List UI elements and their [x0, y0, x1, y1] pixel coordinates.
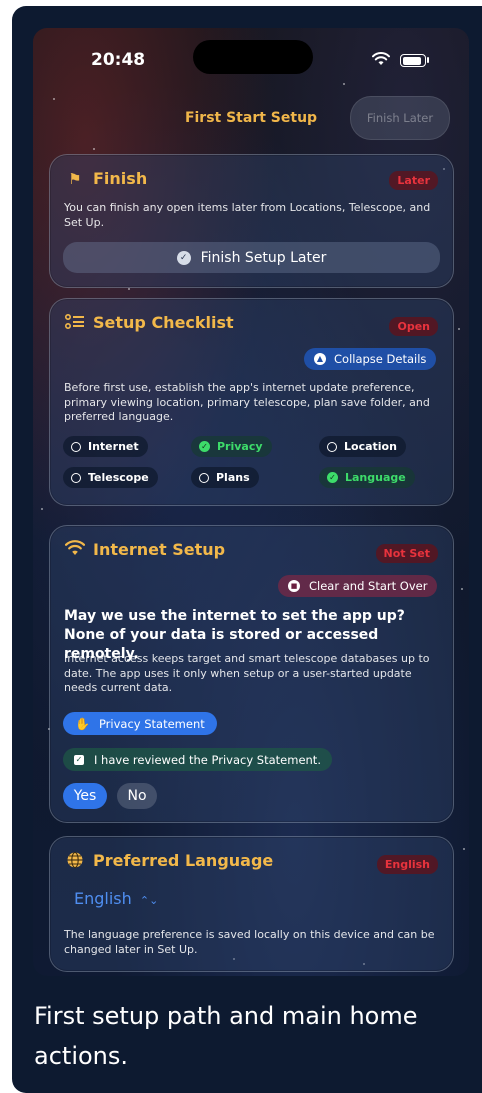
privacy-statement-label: Privacy Statement	[98, 716, 205, 731]
language-description: The language preference is saved locally…	[64, 928, 435, 956]
clear-and-start-over-button[interactable]: ■ Clear and Start Over	[278, 575, 438, 597]
checklist-item-language[interactable]: ✓ Language	[319, 467, 415, 488]
finish-later-button[interactable]: Finish Later	[350, 96, 450, 140]
internet-status-badge: Not Set	[375, 544, 438, 563]
privacy-reviewed-label: I have reviewed the Privacy Statement.	[94, 752, 321, 767]
checklist-item-label: Language	[345, 471, 406, 484]
chevron-up-down-icon: ⌃⌄	[139, 894, 159, 907]
preferred-language-card: Preferred Language English English ⌃⌄ Th…	[49, 836, 454, 972]
privacy-reviewed-checkbox[interactable]: ✓ I have reviewed the Privacy Statement.	[63, 748, 332, 771]
language-picker-value: English	[74, 889, 132, 908]
no-button[interactable]: No	[117, 783, 157, 809]
collapse-details-label: Collapse Details	[334, 352, 427, 366]
collapse-details-button[interactable]: ▲ Collapse Details	[304, 348, 437, 370]
finish-card-title: Finish	[93, 169, 148, 188]
internet-setup-card: Internet Setup Not Set ■ Clear and Start…	[49, 525, 454, 823]
check-circle-icon: ✓	[176, 250, 191, 265]
checklist-item-plans[interactable]: Plans	[191, 467, 259, 488]
battery-cap	[427, 57, 429, 63]
checklist-item-internet[interactable]: Internet	[63, 436, 148, 457]
checklist-icon	[64, 313, 85, 333]
wifi-icon	[372, 52, 390, 65]
preferred-language-title: Preferred Language	[93, 851, 274, 870]
checklist-item-label: Telescope	[88, 471, 149, 484]
privacy-statement-button[interactable]: ✋ Privacy Statement	[63, 712, 217, 735]
wifi-icon	[64, 540, 86, 560]
checklist-status-badge: Open	[389, 317, 438, 336]
finish-status-badge: Later	[389, 171, 438, 190]
check-circle-icon: ✓	[199, 441, 210, 452]
app-screen: 20:48 First Start Setup Finish Later ⚑ F…	[33, 28, 469, 976]
dynamic-island	[193, 40, 313, 74]
finish-description: You can finish any open items later from…	[64, 201, 431, 229]
flag-icon: ⚑	[68, 170, 82, 188]
finish-setup-later-label: Finish Setup Later	[200, 249, 327, 266]
clear-icon: ■	[288, 580, 300, 592]
hand-icon: ✋	[75, 716, 90, 731]
checklist-item-label: Location	[344, 440, 397, 453]
finish-card: ⚑ Finish Later You can finish any open i…	[49, 154, 454, 288]
yes-label: Yes	[73, 788, 97, 804]
globe-icon	[65, 851, 85, 871]
empty-circle-icon	[327, 441, 337, 452]
language-picker[interactable]: English ⌃⌄	[74, 889, 158, 908]
language-status-badge: English	[376, 855, 438, 874]
clear-and-start-over-label: Clear and Start Over	[309, 579, 428, 593]
empty-circle-icon	[199, 472, 209, 483]
checklist-item-label: Privacy	[217, 440, 263, 453]
battery-icon	[400, 54, 426, 67]
internet-description: Internet access keeps target and smart t…	[64, 652, 430, 694]
checkbox-checked-icon: ✓	[74, 754, 84, 765]
no-label: No	[127, 788, 147, 804]
checklist-item-label: Plans	[216, 471, 250, 484]
checklist-item-telescope[interactable]: Telescope	[63, 467, 158, 488]
status-time: 20:48	[91, 50, 146, 70]
setup-checklist-card: Setup Checklist Open ▲ Collapse Details …	[49, 298, 454, 506]
checklist-title: Setup Checklist	[93, 313, 234, 332]
device-frame: 20:48 First Start Setup Finish Later ⚑ F…	[12, 6, 482, 1093]
checklist-item-privacy[interactable]: ✓ Privacy	[191, 436, 272, 457]
checklist-item-location[interactable]: Location	[319, 436, 406, 457]
check-circle-icon: ✓	[327, 472, 338, 483]
internet-setup-title: Internet Setup	[93, 540, 226, 559]
chevron-up-icon: ▲	[314, 353, 326, 365]
empty-circle-icon	[71, 441, 81, 452]
checklist-description: Before first use, establish the app's in…	[64, 381, 430, 423]
empty-circle-icon	[71, 472, 81, 483]
finish-setup-later-button[interactable]: ✓ Finish Setup Later	[63, 242, 440, 273]
screenshot-caption: First setup path and main home actions.	[34, 1002, 418, 1070]
yes-button[interactable]: Yes	[63, 783, 107, 809]
checklist-item-label: Internet	[88, 440, 139, 453]
